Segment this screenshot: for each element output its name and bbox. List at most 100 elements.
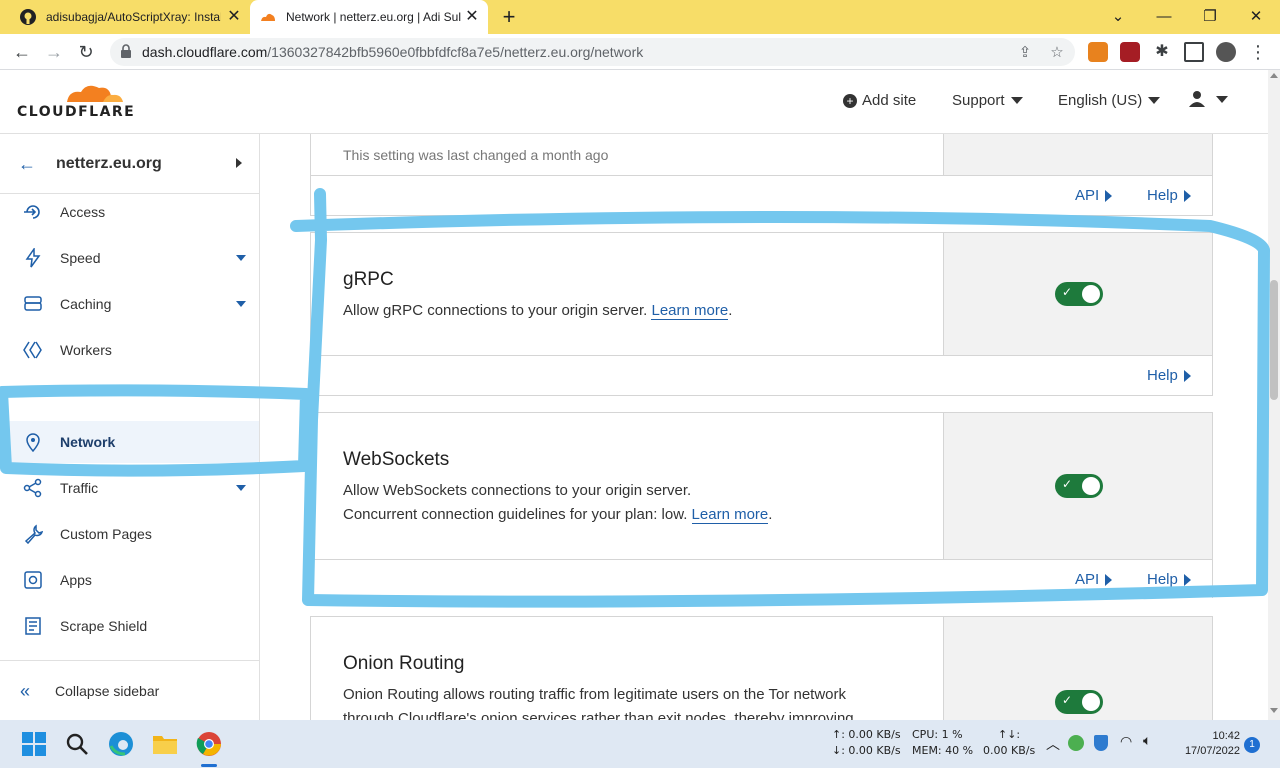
page-scrollbar[interactable] bbox=[1268, 70, 1280, 720]
api-link[interactable]: API bbox=[1075, 187, 1113, 204]
caret-right-icon bbox=[1105, 573, 1113, 586]
user-menu[interactable] bbox=[1188, 90, 1228, 108]
sidebar-item-network[interactable]: Network bbox=[0, 421, 259, 463]
collapse-sidebar-label: Collapse sidebar bbox=[55, 683, 160, 699]
file-explorer-icon[interactable] bbox=[149, 728, 181, 760]
card-description: Allow WebSockets connections to your ori… bbox=[343, 482, 773, 524]
lock-icon[interactable] bbox=[120, 44, 134, 60]
api-label: API bbox=[1075, 187, 1100, 204]
metamask-extension-icon[interactable] bbox=[1088, 42, 1108, 62]
github-icon bbox=[20, 9, 36, 25]
caret-down-icon[interactable] bbox=[236, 255, 246, 261]
scroll-down-arrow-icon[interactable] bbox=[1270, 708, 1278, 713]
sidebar-item-label: Apps bbox=[60, 572, 92, 588]
tab-title: adisubagja/AutoScriptXray: Instal bbox=[46, 10, 221, 24]
edge-browser-icon[interactable] bbox=[105, 728, 137, 760]
share-icon[interactable]: ⇪ bbox=[1016, 43, 1034, 61]
workers-icon bbox=[23, 340, 43, 360]
back-arrow-icon[interactable]: ← bbox=[10, 40, 34, 64]
tab-github[interactable]: adisubagja/AutoScriptXray: Instal ✕ bbox=[10, 0, 250, 34]
url-host: dash.cloudflare.com bbox=[142, 44, 268, 60]
reload-icon[interactable]: ↻ bbox=[74, 40, 98, 64]
onion-routing-toggle[interactable]: ✓ bbox=[1055, 690, 1103, 714]
add-site-label: Add site bbox=[862, 92, 917, 109]
api-label: API bbox=[1075, 571, 1100, 588]
card-footer: API Help bbox=[311, 559, 1212, 599]
sidebar-item-apps[interactable]: Apps bbox=[0, 559, 259, 601]
onion-desc-line1: Onion Routing allows routing traffic fro… bbox=[343, 686, 847, 703]
language-dropdown[interactable]: English (US) bbox=[1058, 92, 1161, 109]
tab-title: Network | netterz.eu.org | Adi Sul bbox=[286, 10, 461, 24]
sidebar-item-traffic[interactable]: Traffic bbox=[0, 467, 259, 509]
app-tray-icon[interactable] bbox=[1068, 735, 1084, 751]
ublock-extension-icon[interactable] bbox=[1120, 42, 1140, 62]
url-text[interactable]: dash.cloudflare.com/1360327842bfb5960e0f… bbox=[142, 44, 643, 60]
sidebar-item-label: Speed bbox=[60, 250, 101, 266]
caret-down-icon bbox=[1010, 97, 1023, 104]
sidebar-item-speed[interactable]: Speed bbox=[0, 237, 259, 279]
forward-arrow-icon[interactable]: → bbox=[42, 40, 66, 64]
cloudflare-logo[interactable]: CLOUDFLARE bbox=[17, 82, 134, 122]
close-window-icon[interactable]: ✕ bbox=[1244, 5, 1268, 29]
api-link[interactable]: API bbox=[1075, 571, 1113, 588]
websockets-toggle[interactable]: ✓ bbox=[1055, 474, 1103, 498]
learn-more-link[interactable]: Learn more bbox=[691, 506, 769, 524]
language-label: English (US) bbox=[1058, 92, 1143, 109]
sidebar-item-scrape-shield[interactable]: Scrape Shield bbox=[0, 605, 259, 647]
extensions-puzzle-icon[interactable]: ✱ bbox=[1152, 42, 1172, 62]
toggle-knob bbox=[1082, 285, 1100, 303]
learn-more-link[interactable]: Learn more bbox=[651, 302, 729, 320]
access-icon bbox=[23, 202, 43, 222]
site-switcher[interactable]: ← netterz.eu.org bbox=[0, 134, 259, 194]
sidebar-item-custom-pages[interactable]: Custom Pages bbox=[0, 513, 259, 555]
support-dropdown[interactable]: Support bbox=[952, 92, 1023, 109]
chrome-browser-icon[interactable] bbox=[193, 728, 225, 767]
wifi-icon[interactable]: ◠ bbox=[1120, 734, 1132, 750]
search-icon[interactable] bbox=[61, 728, 93, 760]
sidebar-item-access[interactable]: Access bbox=[0, 191, 259, 233]
close-tab-icon[interactable]: ✕ bbox=[464, 9, 480, 25]
caret-down-icon[interactable] bbox=[236, 301, 246, 307]
address-bar[interactable]: dash.cloudflare.com/1360327842bfb5960e0f… bbox=[110, 38, 1075, 66]
grpc-toggle[interactable]: ✓ bbox=[1055, 282, 1103, 306]
scrollbar-thumb[interactable] bbox=[1270, 280, 1278, 400]
system-clock[interactable]: 10:42 17/07/2022 bbox=[1170, 729, 1240, 759]
notification-badge[interactable]: 1 bbox=[1244, 737, 1260, 753]
minimize-icon[interactable]: — bbox=[1152, 5, 1176, 29]
browser-menu-icon[interactable]: ⋮ bbox=[1248, 42, 1268, 62]
help-link[interactable]: Help bbox=[1147, 571, 1191, 588]
windows-start-icon[interactable] bbox=[18, 728, 50, 760]
profile-avatar[interactable] bbox=[1216, 42, 1236, 62]
close-tab-icon[interactable]: ✕ bbox=[226, 9, 242, 25]
support-label: Support bbox=[952, 92, 1005, 109]
add-site-button[interactable]: + Add site bbox=[843, 92, 916, 109]
side-panel-icon[interactable] bbox=[1184, 42, 1204, 62]
tab-cloudflare-network[interactable]: Network | netterz.eu.org | Adi Sul ✕ bbox=[250, 0, 488, 34]
scroll-up-arrow-icon[interactable] bbox=[1270, 73, 1278, 78]
show-hidden-icons-chevron-icon[interactable]: ︿ bbox=[1046, 734, 1060, 754]
security-shield-icon[interactable] bbox=[1094, 735, 1108, 751]
help-label: Help bbox=[1147, 367, 1178, 384]
caret-right-icon bbox=[1183, 369, 1191, 382]
card-title: WebSockets bbox=[343, 449, 450, 470]
help-link[interactable]: Help bbox=[1147, 187, 1191, 204]
card-control-area bbox=[943, 134, 1212, 175]
restore-icon[interactable]: ❐ bbox=[1198, 5, 1222, 29]
help-link[interactable]: Help bbox=[1147, 367, 1191, 384]
speaker-icon[interactable]: 🔈︎ bbox=[1143, 733, 1151, 749]
caret-right-icon[interactable] bbox=[236, 158, 242, 168]
tab-search-chevron-icon[interactable]: ⌄ bbox=[1106, 5, 1130, 29]
bookmark-star-icon[interactable]: ☆ bbox=[1048, 43, 1066, 61]
sidebar-item-workers[interactable]: Workers bbox=[0, 329, 259, 371]
websockets-desc-line1: Allow WebSockets connections to your ori… bbox=[343, 482, 692, 499]
collapse-sidebar-button[interactable]: « Collapse sidebar bbox=[0, 660, 259, 720]
websockets-desc-line2: Concurrent connection guidelines for you… bbox=[343, 506, 688, 523]
caret-down-icon[interactable] bbox=[236, 485, 246, 491]
new-tab-plus-icon[interactable]: + bbox=[498, 6, 520, 28]
card-title: gRPC bbox=[343, 269, 394, 290]
sidebar-item-label: Workers bbox=[60, 342, 112, 358]
logo-wordmark: CLOUDFLARE bbox=[17, 104, 136, 120]
card-body: gRPC Allow gRPC connections to your orig… bbox=[311, 233, 943, 355]
back-arrow-icon[interactable]: ← bbox=[18, 154, 36, 175]
sidebar-item-caching[interactable]: Caching bbox=[0, 283, 259, 325]
